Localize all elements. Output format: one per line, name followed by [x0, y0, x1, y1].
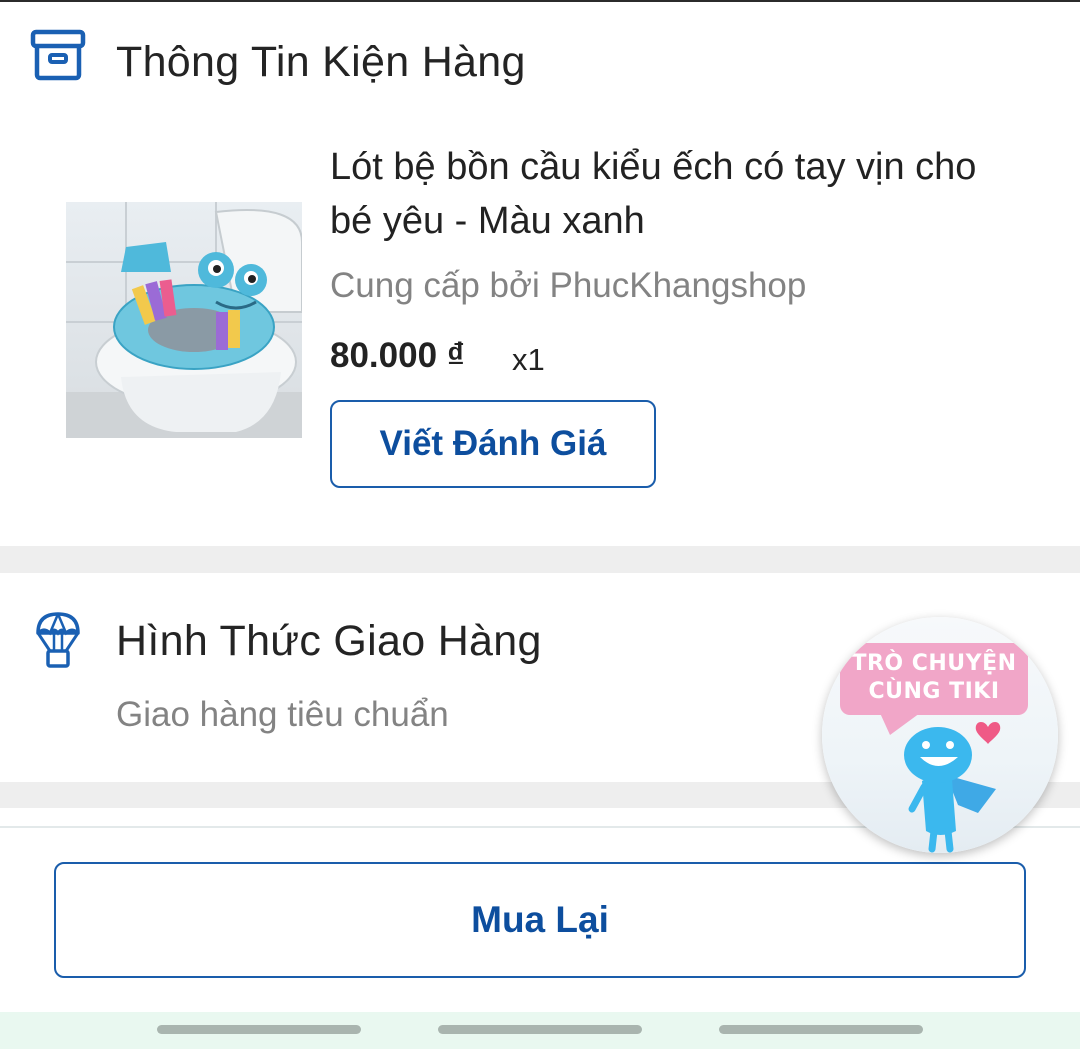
- parachute-delivery-icon: [34, 611, 82, 669]
- nav-handle-right[interactable]: [719, 1025, 923, 1034]
- product-price: 80.000 ₫: [330, 336, 465, 375]
- product-name[interactable]: Lót bệ bồn cầu kiểu ếch có tay vịn cho b…: [330, 140, 1020, 248]
- bottom-action-bar: Mua Lại: [0, 826, 1080, 1014]
- chat-label: TRÒ CHUYỆN CÙNG TIKI: [840, 643, 1028, 715]
- nav-handle-center[interactable]: [438, 1025, 642, 1034]
- section-divider: [0, 546, 1080, 573]
- package-info-section: Thông Tin Kiện Hàng Lót bệ bồn cầu kiểu …: [0, 2, 1080, 546]
- seller-name: Cung cấp bởi PhucKhangshop: [330, 266, 807, 305]
- rebuy-button[interactable]: Mua Lại: [54, 862, 1026, 978]
- product-item[interactable]: Lót bệ bồn cầu kiểu ếch có tay vịn cho b…: [50, 120, 1080, 520]
- section-title: Hình Thức Giao Hàng: [116, 617, 542, 665]
- product-thumbnail[interactable]: [66, 202, 302, 438]
- nav-handle-left[interactable]: [157, 1025, 361, 1034]
- chat-label-line2: CÙNG TIKI: [868, 679, 1000, 704]
- chat-label-line1: TRÒ CHUYỆN: [851, 651, 1017, 676]
- write-review-button[interactable]: Viết Đánh Giá: [330, 400, 656, 488]
- product-quantity: x1: [512, 342, 545, 377]
- shipping-method-value: Giao hàng tiêu chuẩn: [116, 695, 449, 734]
- section-title: Thông Tin Kiện Hàng: [116, 38, 526, 86]
- tiki-mascot-icon: [904, 721, 1001, 853]
- chat-with-tiki-button[interactable]: TRÒ CHUYỆN CÙNG TIKI: [822, 617, 1058, 853]
- system-navigation-bar: [0, 1012, 1080, 1049]
- package-box-icon: [30, 28, 86, 84]
